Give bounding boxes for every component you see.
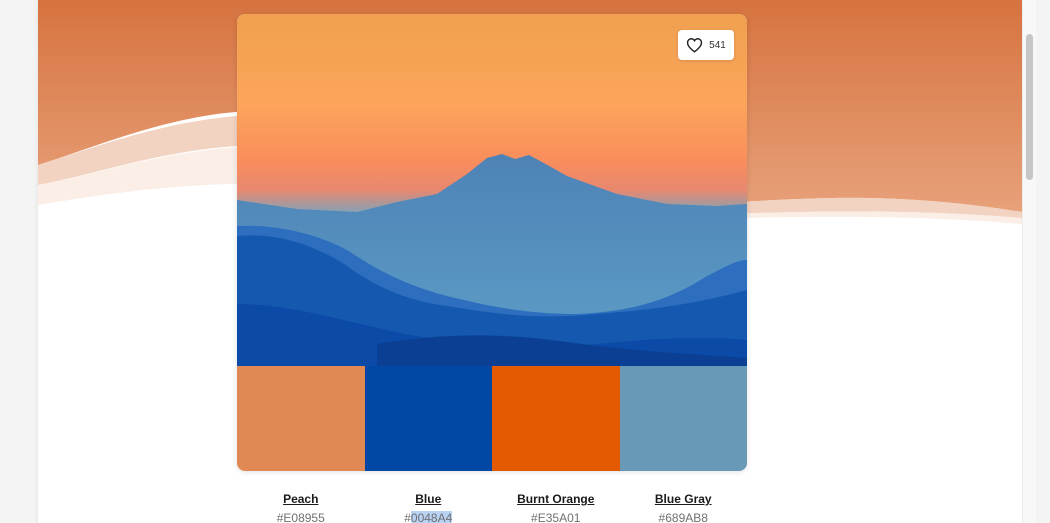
- color-name-link[interactable]: Peach: [283, 492, 318, 506]
- color-name-link[interactable]: Blue Gray: [655, 492, 712, 506]
- palette-card: 541: [237, 14, 747, 471]
- scrollbar-thumb[interactable]: [1026, 34, 1033, 180]
- swatch-peach[interactable]: [237, 366, 365, 471]
- color-hex-code[interactable]: #0048A4: [365, 511, 493, 523]
- color-swatches: [237, 366, 747, 471]
- color-name-link[interactable]: Blue: [415, 492, 441, 506]
- color-hex-code[interactable]: #689AB8: [620, 511, 748, 523]
- color-label-blue-gray: Blue Gray #689AB8: [620, 490, 748, 523]
- color-label-burnt-orange: Burnt Orange #E35A01: [492, 490, 620, 523]
- color-name-link[interactable]: Burnt Orange: [517, 492, 594, 506]
- color-labels: Peach #E08955 Blue #0048A4 Burnt Orange …: [237, 490, 747, 523]
- swatch-blue-gray[interactable]: [619, 366, 747, 471]
- swatch-burnt-orange[interactable]: [492, 366, 620, 471]
- like-count: 541: [709, 39, 726, 51]
- vertical-scrollbar[interactable]: [1022, 0, 1036, 523]
- swatch-blue[interactable]: [364, 366, 492, 471]
- selected-text: 0048A4: [410, 511, 453, 523]
- color-label-peach: Peach #E08955: [237, 490, 365, 523]
- heart-outline-icon: [687, 38, 703, 53]
- color-hex-code[interactable]: #E35A01: [492, 511, 620, 523]
- like-button[interactable]: 541: [678, 30, 734, 60]
- color-hex-code[interactable]: #E08955: [237, 511, 365, 523]
- mountain-sunset-photo[interactable]: [237, 14, 747, 366]
- color-label-blue: Blue #0048A4: [365, 490, 493, 523]
